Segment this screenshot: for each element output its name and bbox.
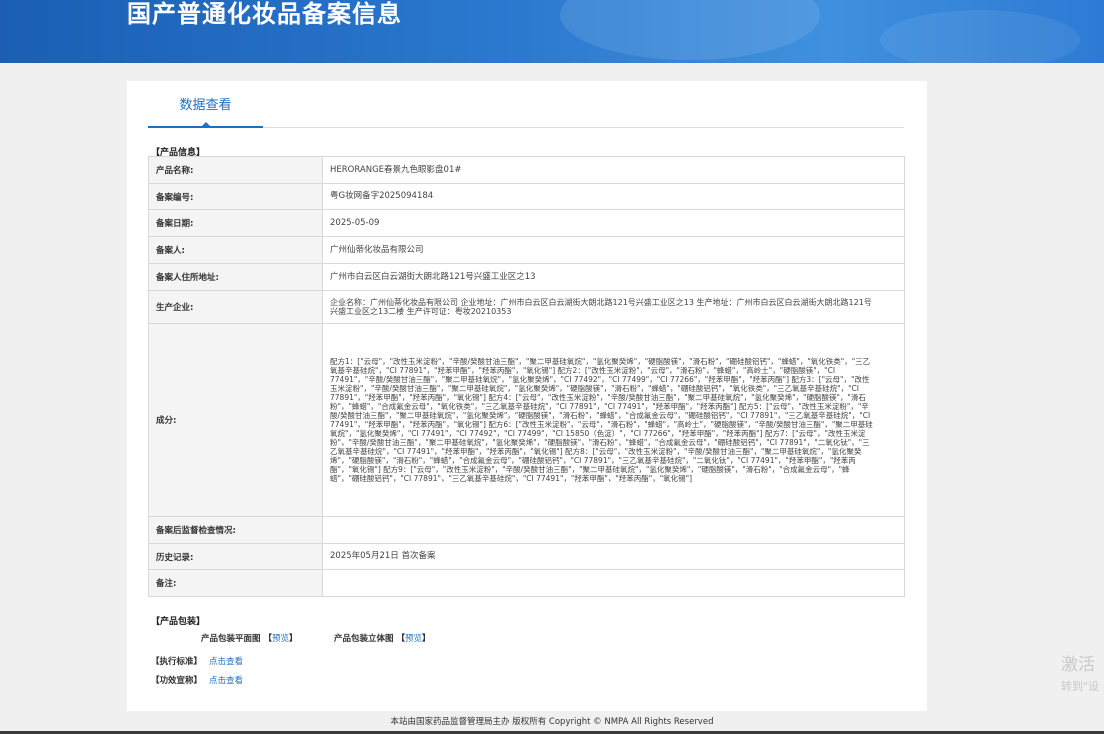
- table-row: 备案编号: 粤G妆网备字2025094184: [148, 183, 905, 210]
- efficacy-label: 【功效宣称】: [151, 676, 203, 686]
- content-card: 数据查看 【产品信息】 产品名称: HERORANGE春景九色眼影盘01# 备案…: [127, 81, 927, 711]
- bracket: 】: [289, 634, 298, 644]
- preview-solid-link[interactable]: 预览: [405, 634, 422, 644]
- banner-decoration: [880, 10, 1080, 63]
- footer-copyright: 本站由国家药品监督管理局主办 版权所有 Copyright © NMPA All…: [390, 717, 714, 727]
- preview-flat-link[interactable]: 预览: [272, 634, 289, 644]
- packaging-solid: 产品包装立体图 【预览】: [334, 632, 431, 644]
- row-label: 备案编号:: [148, 183, 323, 210]
- tab-active-indicator-icon: [200, 122, 211, 127]
- tab-data-view[interactable]: 数据查看: [148, 81, 263, 128]
- header-banner: 国产普通化妆品备案信息: [0, 0, 1104, 63]
- row-value: 2025年05月21日 首次备案: [322, 543, 905, 570]
- row-label: 生产企业:: [148, 290, 323, 324]
- efficacy-row: 【功效宣称】 点击查看: [151, 674, 243, 686]
- efficacy-view-link[interactable]: 点击查看: [209, 676, 243, 686]
- product-info-table: 产品名称: HERORANGE春景九色眼影盘01# 备案编号: 粤G妆网备字20…: [148, 156, 905, 597]
- activation-watermark-sub: 转到"设: [1061, 680, 1100, 693]
- packaging-flat: 产品包装平面图 【预览】: [201, 632, 298, 644]
- row-value: HERORANGE春景九色眼影盘01#: [322, 156, 905, 184]
- packaging-solid-label: 产品包装立体图: [334, 634, 394, 644]
- row-value: 广州仙蒂化妆品有限公司: [322, 236, 905, 264]
- ingredients-value: 配方1：["云母"，"改性玉米淀粉"，"辛酸/癸酸甘油三酯"，"聚二甲基硅氧烷"…: [322, 323, 905, 517]
- table-row: 备案人住所地址: 广州市白云区白云湖街大朗北路121号兴盛工业区之13: [148, 263, 905, 291]
- standards-row: 【执行标准】 点击查看: [151, 655, 243, 667]
- banner-decoration: [560, 0, 820, 60]
- standards-label: 【执行标准】: [151, 657, 203, 667]
- row-label: 备注:: [148, 569, 323, 597]
- standards-view-link[interactable]: 点击查看: [209, 657, 243, 667]
- packaging-flat-label: 产品包装平面图: [201, 634, 261, 644]
- table-row: 产品名称: HERORANGE春景九色眼影盘01#: [148, 156, 905, 184]
- table-row: 历史记录: 2025年05月21日 首次备案: [148, 543, 905, 570]
- row-label: 历史记录:: [148, 543, 323, 570]
- table-row: 备案日期: 2025-05-09: [148, 209, 905, 237]
- row-label: 备案人:: [148, 236, 323, 264]
- row-value: 广州市白云区白云湖街大朗北路121号兴盛工业区之13: [322, 263, 905, 291]
- row-value: 企业名称：广州仙蒂化妆品有限公司 企业地址：广州市白云区白云湖街大朗北路121号…: [322, 290, 905, 324]
- row-label: 备案后监督检查情况:: [148, 516, 323, 544]
- table-row: 备案后监督检查情况:: [148, 516, 905, 544]
- row-label: 成分:: [148, 323, 323, 517]
- page-title: 国产普通化妆品备案信息: [127, 0, 402, 28]
- tab-label: 数据查看: [179, 98, 232, 113]
- table-row: 备注:: [148, 569, 905, 597]
- row-label: 产品名称:: [148, 156, 323, 184]
- table-row: 备案人: 广州仙蒂化妆品有限公司: [148, 236, 905, 264]
- table-row: 成分: 配方1：["云母"，"改性玉米淀粉"，"辛酸/癸酸甘油三酯"，"聚二甲基…: [148, 323, 905, 517]
- row-label: 备案人住所地址:: [148, 263, 323, 291]
- row-value: 2025-05-09: [322, 209, 905, 237]
- row-value: 粤G妆网备字2025094184: [322, 183, 905, 210]
- table-row: 生产企业: 企业名称：广州仙蒂化妆品有限公司 企业地址：广州市白云区白云湖街大朗…: [148, 290, 905, 324]
- bracket: 【: [396, 634, 405, 644]
- tab-bar: 数据查看: [148, 81, 904, 128]
- packaging-title: 【产品包装】: [151, 617, 206, 627]
- activation-watermark: 激活: [1061, 655, 1095, 675]
- row-label: 备案日期:: [148, 209, 323, 237]
- row-value: [322, 516, 905, 544]
- bracket: 】: [422, 634, 431, 644]
- bracket: 【: [263, 634, 272, 644]
- row-value: [322, 569, 905, 597]
